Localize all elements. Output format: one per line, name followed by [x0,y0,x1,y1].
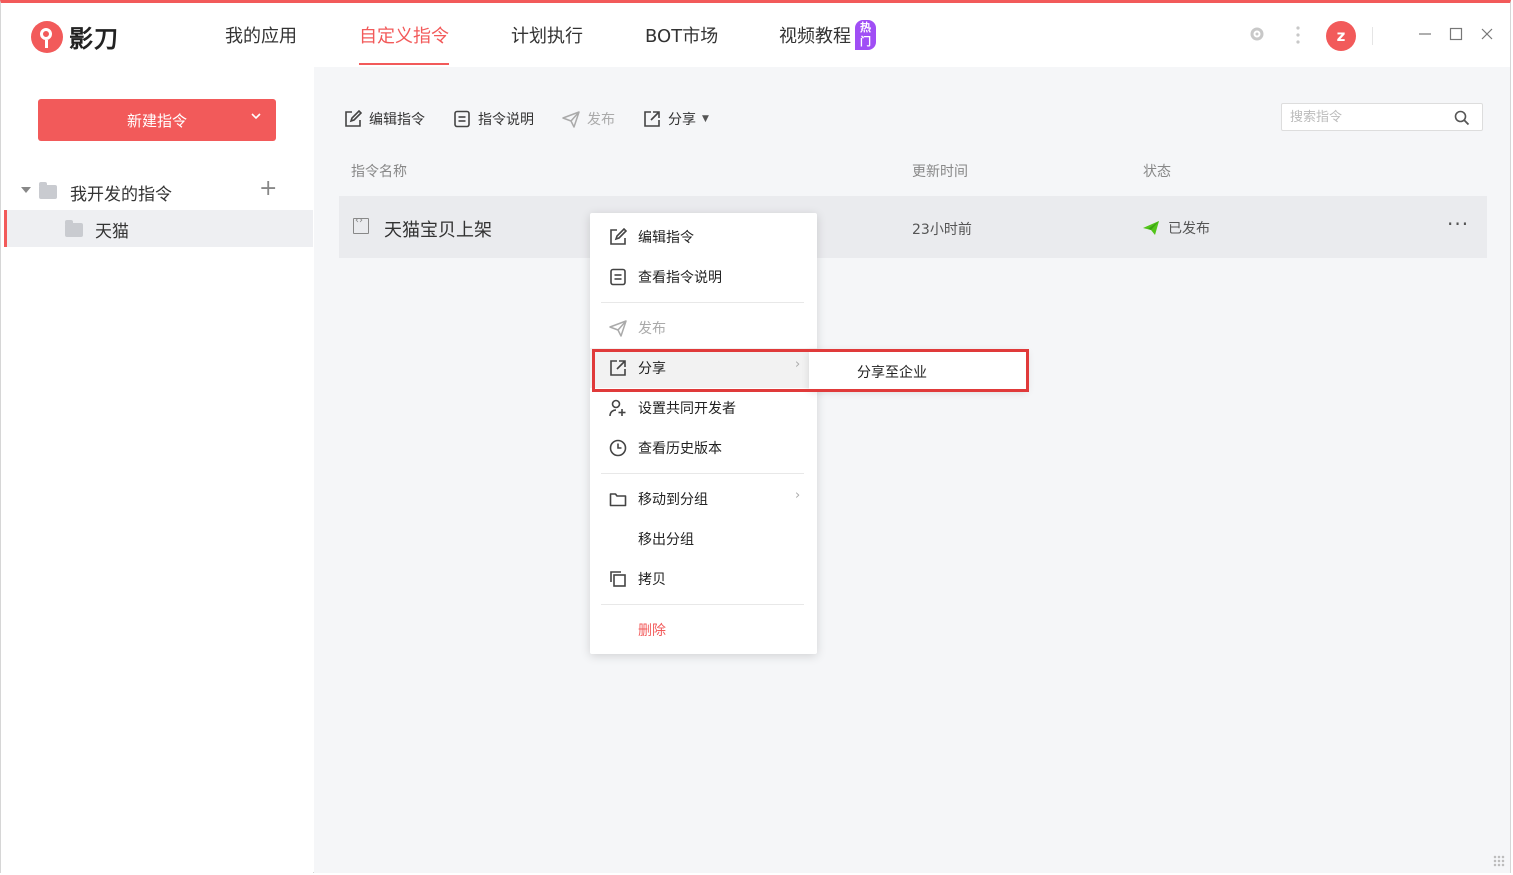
publish-button[interactable]: 发布 [562,109,615,129]
menu-item-view-doc[interactable]: 查看指令说明 [590,257,817,297]
sidebar: 新建指令 我开发的指令 + 天猫 [1,67,313,873]
search-box[interactable] [1281,103,1483,131]
column-header-name: 指令名称 [351,164,407,180]
menu-item-copy[interactable]: 拷贝 [590,559,817,599]
gear-icon[interactable] [1248,25,1266,48]
search-input[interactable] [1288,109,1452,126]
nav-video-tutorials[interactable]: 视频教程 热门 [779,20,876,66]
menu-item-edit-command[interactable]: 编辑指令 [590,217,817,257]
menu-item-move-group[interactable]: 移动到分组 › [590,479,817,519]
menu-item-label: 编辑指令 [638,230,694,246]
edit-icon [610,228,627,245]
edit-icon [345,110,362,127]
menu-item-label: 发布 [638,321,666,337]
command-doc-label: 指令说明 [478,112,534,128]
logo-text: 影刀 [69,25,119,53]
nav-scheduled-runs[interactable]: 计划执行 [511,22,583,66]
sidebar-item-tmall[interactable]: 天猫 [4,210,313,247]
app-window: 影刀 我的应用 自定义指令 计划执行 BOT市场 视频教程 热门 z 新建指令 [0,0,1511,873]
document-icon [610,268,626,286]
clock-icon [609,439,627,457]
share-label: 分享 [668,112,696,128]
add-group-icon[interactable]: + [259,176,277,201]
add-user-icon [609,399,626,417]
column-header-status: 状态 [1143,164,1171,180]
close-icon[interactable] [1475,21,1499,51]
toolbar: 编辑指令 指令说明 发布 分享 ▼ [344,109,737,129]
menu-divider [601,604,804,605]
more-vertical-icon[interactable] [1291,25,1305,50]
menu-item-remove-group[interactable]: 移出分组 [590,519,817,559]
search-icon[interactable] [1454,110,1470,130]
header-divider [1372,27,1373,45]
menu-item-co-developer[interactable]: 设置共同开发者 [590,388,817,428]
menu-item-label: 删除 [638,623,666,639]
tree-group-label: 我开发的指令 [70,185,172,205]
nav-my-apps[interactable]: 我的应用 [225,22,297,66]
highlight-box [592,349,1029,392]
nav-bot-market[interactable]: BOT市场 [645,22,718,66]
menu-divider [601,302,804,303]
row-status-label: 已发布 [1168,221,1210,237]
menu-item-label: 移动到分组 [638,492,708,508]
menu-item-delete[interactable]: 删除 [590,610,817,650]
folder-icon [39,182,57,199]
command-doc-button[interactable]: 指令说明 [453,109,534,129]
caret-down-icon[interactable] [21,187,31,193]
context-menu: 编辑指令 查看指令说明 发布 分享 › 设置共同开发者 查看历史版本 移动到分组 [590,213,817,654]
menu-divider [601,473,804,474]
share-button[interactable]: 分享 ▼ [643,109,709,129]
share-icon [644,111,660,127]
command-file-icon [353,215,369,234]
caret-down-icon: ▼ [702,114,709,124]
edit-command-label: 编辑指令 [369,112,425,128]
menu-item-label: 设置共同开发者 [638,401,736,417]
row-updated-time: 23小时前 [912,222,972,238]
row-status: 已发布 [1142,218,1210,238]
chevron-down-icon[interactable] [250,110,262,124]
column-header-updated: 更新时间 [912,164,968,180]
publish-label: 发布 [587,112,615,128]
logo-icon [31,20,63,53]
folder-icon [609,493,627,507]
main-content: 编辑指令 指令说明 发布 分享 ▼ 指令名称 更新时间 状态 [314,67,1510,873]
tree-group-my-commands[interactable]: 我开发的指令 + [1,175,313,207]
row-command-name: 天猫宝贝上架 [384,220,492,241]
nav-video-tutorials-label: 视频教程 [779,26,851,47]
published-plane-icon [1143,221,1159,235]
maximize-icon[interactable] [1444,21,1468,51]
user-avatar[interactable]: z [1326,21,1356,51]
resize-grip[interactable] [1493,855,1505,867]
menu-item-history[interactable]: 查看历史版本 [590,428,817,468]
copy-icon [610,571,626,587]
send-icon [609,320,627,337]
nav-custom-commands[interactable]: 自定义指令 [359,22,449,66]
send-icon [562,111,580,128]
more-horizontal-icon[interactable]: ··· [1447,212,1469,236]
document-icon [454,110,470,128]
menu-item-label: 拷贝 [638,572,666,588]
menu-item-label: 查看指令说明 [638,270,722,286]
edit-command-button[interactable]: 编辑指令 [344,109,425,129]
menu-item-label: 移出分组 [638,532,694,548]
new-command-button[interactable]: 新建指令 [38,99,276,141]
app-logo: 影刀 [31,19,119,54]
menu-item-publish[interactable]: 发布 [590,308,817,348]
menu-item-label: 查看历史版本 [638,441,722,457]
folder-icon [65,220,83,237]
chevron-right-icon: › [795,488,801,503]
top-header: 影刀 我的应用 自定义指令 计划执行 BOT市场 视频教程 热门 z [1,3,1510,67]
sidebar-item-label: 天猫 [95,222,129,242]
minimize-icon[interactable] [1413,21,1437,51]
hot-badge: 热门 [855,20,876,50]
new-command-label: 新建指令 [126,112,187,130]
table-row[interactable]: 天猫宝贝上架 23小时前 已发布 ··· [339,196,1487,258]
